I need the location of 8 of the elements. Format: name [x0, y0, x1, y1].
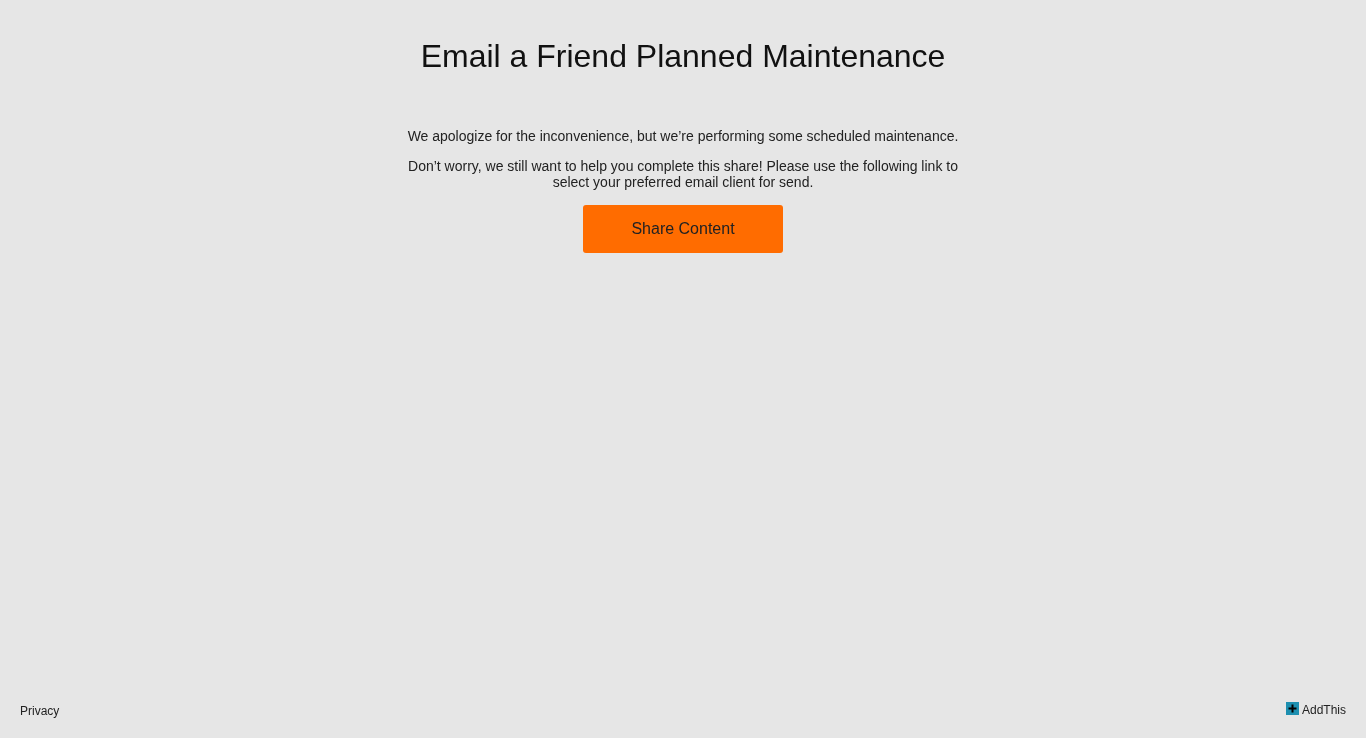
share-content-button[interactable]: Share Content	[583, 205, 783, 253]
privacy-link[interactable]: Privacy	[20, 704, 60, 718]
page-title: Email a Friend Planned Maintenance	[420, 37, 946, 76]
plus-icon	[1285, 701, 1299, 715]
addthis-text: AddThis	[1301, 703, 1346, 717]
message-text: We apologize for the inconvenience, but we’re performing some scheduled maintenance.	[407, 128, 959, 144]
message-text: Don’t worry, we still want to help you complete this share! Please use the following link to select your preferred email client for send.	[407, 158, 959, 190]
addthis-link[interactable]: AddThis	[1285, 703, 1346, 717]
